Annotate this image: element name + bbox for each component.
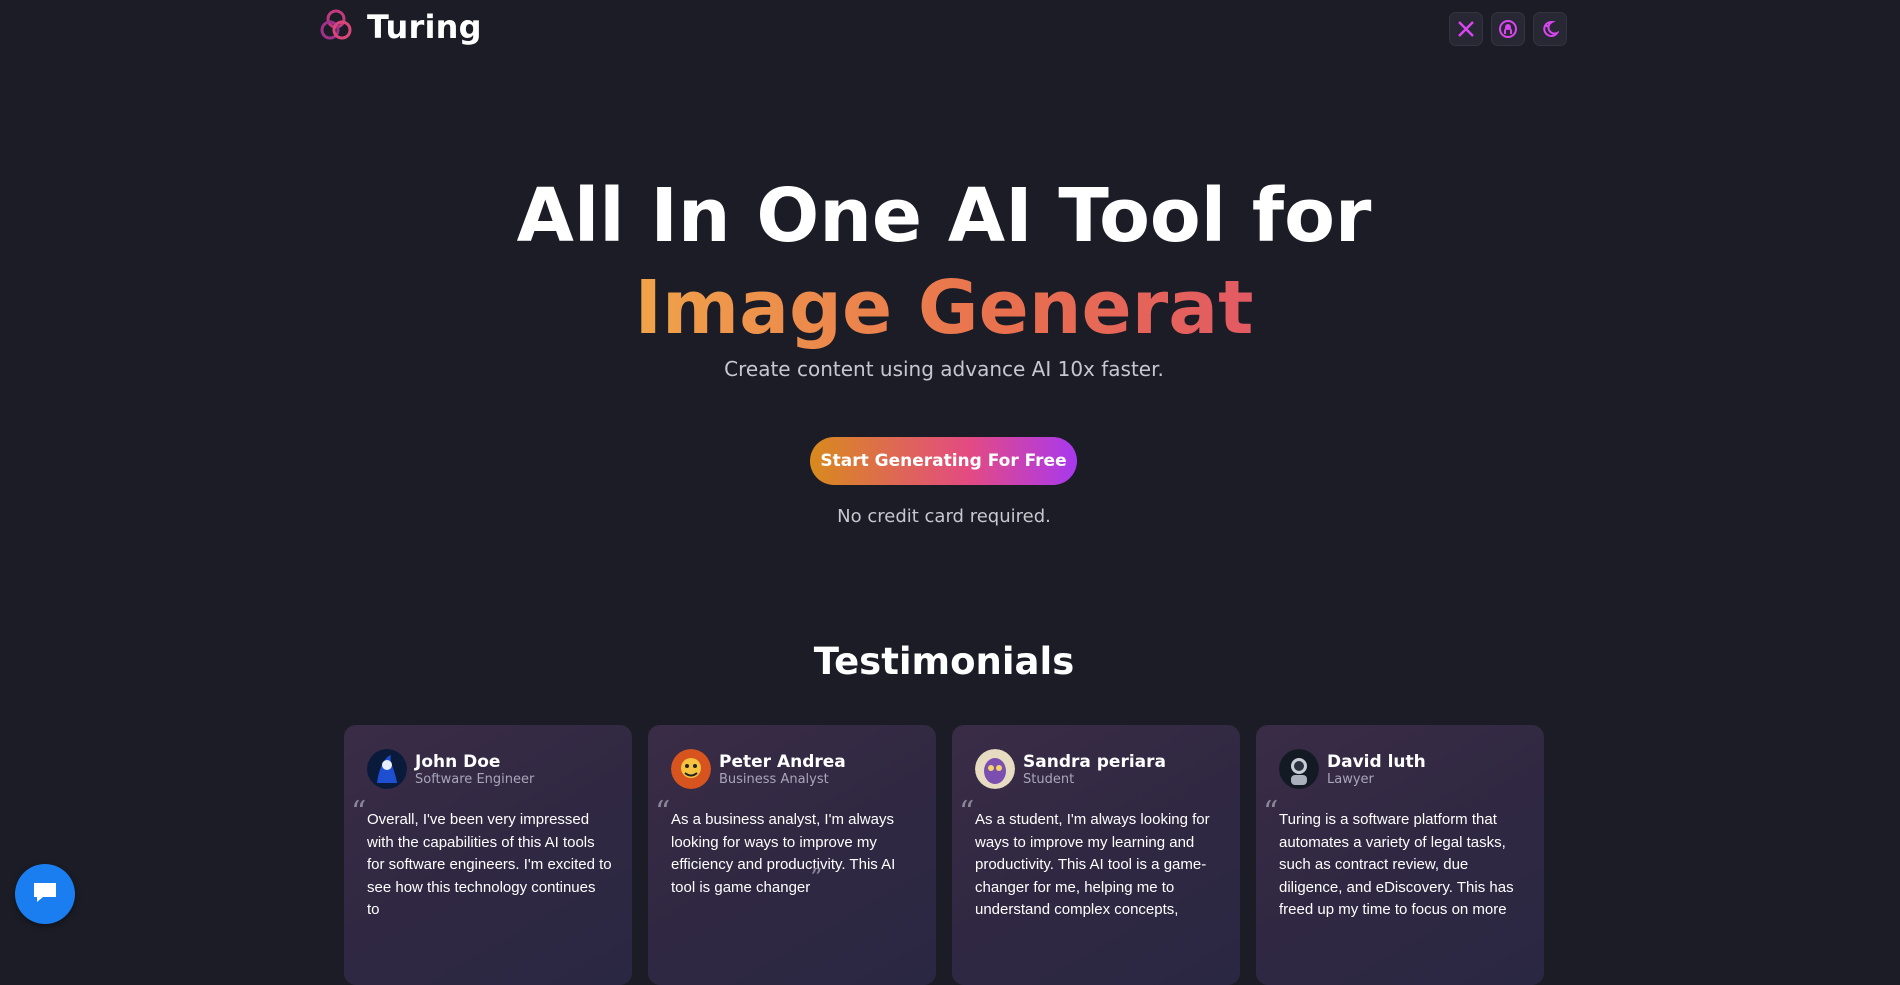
github-icon[interactable] <box>1491 12 1525 46</box>
testimonial-text: As a student, I'm always looking for way… <box>975 811 1210 918</box>
testimonial-card: David luth Lawyer “ Turing is a software… <box>1256 725 1544 985</box>
testimonial-quote: “ Turing is a software platform that aut… <box>1263 798 1524 922</box>
avatar <box>1279 749 1319 789</box>
avatar <box>671 749 711 789</box>
testimonial-quote: “ As a student, I'm always looking for w… <box>959 798 1220 922</box>
hero-title-line2: Image Generat <box>634 265 1254 351</box>
avatar <box>975 749 1015 789</box>
testimonial-card: Sandra periara Student “ As a student, I… <box>952 725 1240 985</box>
quote-close-icon: ” <box>810 863 823 892</box>
quote-open-icon: “ <box>1263 795 1279 830</box>
start-generating-button[interactable]: Start Generating For Free <box>810 437 1077 485</box>
testimonial-card: Peter Andrea Business Analyst “ As a bus… <box>648 725 936 985</box>
testimonial-role: Lawyer <box>1327 771 1374 787</box>
chat-icon <box>30 877 60 911</box>
quote-open-icon: “ <box>655 795 671 830</box>
hero-title: All In One AI Tool for Image Generat <box>0 170 1888 354</box>
testimonial-role: Business Analyst <box>719 771 829 787</box>
avatar <box>367 749 407 789</box>
x-icon[interactable] <box>1449 12 1483 46</box>
brand-link[interactable]: Turing <box>319 8 482 46</box>
quote-open-icon: “ <box>959 795 975 830</box>
top-nav: Turing <box>319 8 1567 48</box>
hero-subtitle: Create content using advance AI 10x fast… <box>724 357 1164 381</box>
testimonial-role: Student <box>1023 771 1075 787</box>
testimonial-role: Software Engineer <box>415 771 535 787</box>
header-icon-group <box>1449 12 1567 46</box>
chat-widget-button[interactable] <box>15 864 75 924</box>
testimonial-name: Sandra periara <box>1023 751 1166 772</box>
testimonial-name: David luth <box>1327 751 1426 772</box>
testimonial-card: John Doe Software Engineer “ Overall, I'… <box>344 725 632 985</box>
testimonial-name: Peter Andrea <box>719 751 846 772</box>
logo-icon <box>319 8 353 46</box>
quote-open-icon: “ <box>351 795 367 830</box>
testimonial-text: Overall, I've been very impressed with t… <box>367 811 612 918</box>
testimonial-quote: “ As a business analyst, I'm always look… <box>655 798 916 899</box>
testimonial-text: As a business analyst, I'm always lookin… <box>671 811 896 896</box>
brand-name: Turing <box>367 8 482 46</box>
testimonial-quote: “ Overall, I've been very impressed with… <box>351 798 612 922</box>
hero-title-line1: All In One AI Tool for <box>516 173 1372 259</box>
testimonial-name: John Doe <box>415 751 501 772</box>
testimonial-text: Turing is a software platform that autom… <box>1279 811 1514 918</box>
no-credit-note: No credit card required. <box>837 506 1051 527</box>
testimonials-title: Testimonials <box>813 640 1075 683</box>
theme-toggle-icon[interactable] <box>1533 12 1567 46</box>
